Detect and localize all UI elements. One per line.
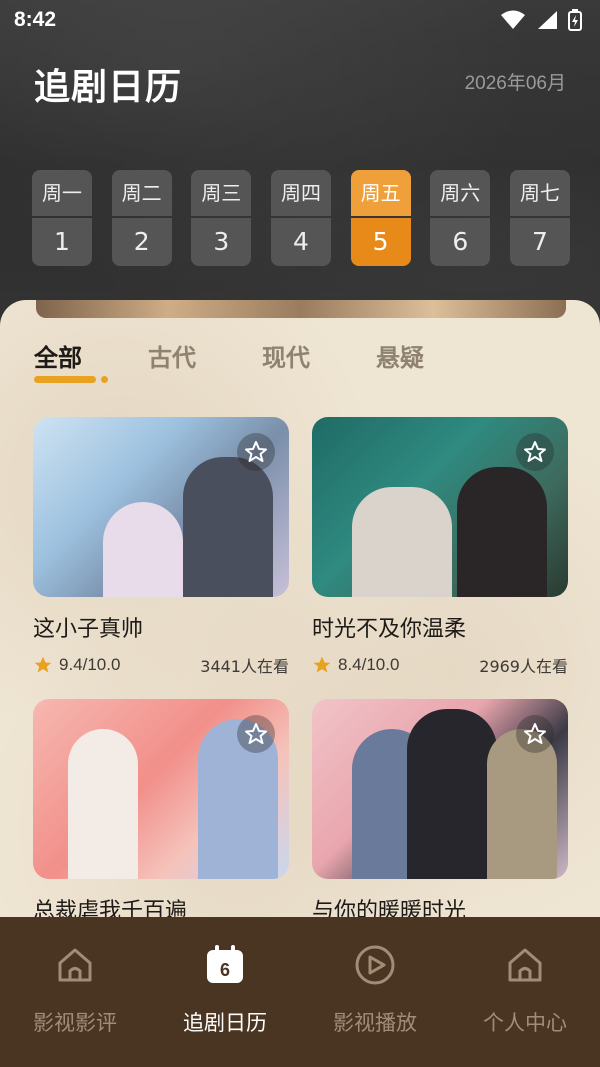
signal-icon — [538, 11, 557, 29]
tab-label: 全部 — [34, 344, 82, 372]
home-icon — [53, 943, 97, 987]
weekday-label: 周三 — [191, 170, 252, 216]
rating-value: 8.4/10.0 — [338, 655, 400, 674]
nav-label: 影视播放 — [333, 1011, 417, 1035]
nav-label: 追剧日历 — [183, 1011, 267, 1035]
show-poster — [312, 699, 568, 879]
nav-profile[interactable]: 个人中心 — [450, 943, 600, 1067]
show-meta: 9.4/10.0 3441人在看 — [33, 653, 289, 677]
star-icon — [313, 656, 331, 673]
day-number: 2 — [111, 218, 172, 266]
show-card[interactable]: 这小子真帅 9.4/10.0 3441人在看 — [33, 417, 289, 677]
nav-player[interactable]: 影视播放 — [300, 943, 450, 1067]
week-selector: 周一 1 周二 2 周三 3 周四 4 周五 5 周六 6 周七 7 — [32, 170, 570, 266]
star-outline-icon — [245, 723, 267, 744]
favorite-button[interactable] — [237, 715, 275, 753]
star-outline-icon — [245, 441, 267, 462]
day-number: 3 — [191, 218, 252, 266]
weekday-label: 周一 — [32, 170, 92, 216]
header-background — [0, 0, 600, 330]
nav-label: 影视影评 — [33, 1011, 117, 1035]
weekday-label: 周二 — [111, 170, 172, 216]
day-monday[interactable]: 周一 1 — [32, 170, 92, 266]
day-saturday[interactable]: 周六 6 — [430, 170, 491, 266]
day-sunday[interactable]: 周七 7 — [509, 170, 570, 266]
show-card[interactable]: 时光不及你温柔 8.4/10.0 2969人在看 — [312, 417, 568, 677]
show-card[interactable]: 与你的暖暖时光 — [312, 699, 568, 920]
content-panel: 全部 古代 现代 悬疑 这小子真帅 9.4/10.0 3441人在看 时光不及你… — [0, 300, 600, 920]
day-tuesday[interactable]: 周二 2 — [111, 170, 172, 266]
day-friday[interactable]: 周五 5 — [350, 170, 411, 266]
calendar-icon: 6 — [203, 943, 247, 987]
current-month: 2026年06月 — [464, 73, 566, 94]
show-poster — [33, 699, 289, 879]
weekday-label: 周七 — [509, 170, 570, 216]
calendar-badge: 6 — [220, 960, 230, 980]
show-card[interactable]: 总裁虐我千百遍 — [33, 699, 289, 920]
show-title: 总裁虐我千百遍 — [33, 899, 188, 920]
active-tab-indicator — [34, 376, 108, 383]
rating: 9.4/10.0 — [33, 655, 120, 675]
play-icon — [353, 943, 397, 987]
watcher-count: 3441人在看 — [200, 657, 289, 676]
show-poster — [312, 417, 568, 597]
show-title: 时光不及你温柔 — [312, 617, 467, 642]
category-tabs: 全部 古代 现代 悬疑 — [34, 338, 424, 383]
tab-modern[interactable]: 现代 — [262, 338, 310, 373]
home-icon — [503, 943, 547, 987]
favorite-button[interactable] — [516, 433, 554, 471]
star-outline-icon — [524, 441, 546, 462]
tab-all[interactable]: 全部 — [34, 338, 108, 383]
show-title: 这小子真帅 — [33, 617, 144, 642]
tab-ancient[interactable]: 古代 — [148, 338, 196, 373]
show-poster — [33, 417, 289, 597]
tab-mystery[interactable]: 悬疑 — [376, 338, 424, 373]
weekday-label: 周四 — [270, 170, 331, 216]
show-title: 与你的暖暖时光 — [312, 899, 467, 920]
favorite-button[interactable] — [516, 715, 554, 753]
show-meta: 8.4/10.0 2969人在看 — [312, 653, 568, 677]
wifi-icon — [501, 10, 525, 29]
day-wednesday[interactable]: 周三 3 — [191, 170, 252, 266]
nav-calendar[interactable]: 6 追剧日历 — [150, 943, 300, 1067]
page-title: 追剧日历 — [34, 67, 183, 108]
status-icons — [500, 9, 582, 31]
rating: 8.4/10.0 — [312, 655, 399, 675]
nav-label: 个人中心 — [483, 1011, 567, 1035]
weekday-label: 周五 — [350, 170, 411, 216]
nav-reviews[interactable]: 影视影评 — [0, 943, 150, 1067]
banner-peek — [36, 300, 566, 318]
battery-icon — [568, 9, 582, 31]
favorite-button[interactable] — [237, 433, 275, 471]
day-number: 4 — [270, 218, 331, 266]
status-time: 8:42 — [14, 8, 57, 31]
star-outline-icon — [524, 723, 546, 744]
bottom-navigation: 影视影评 6 追剧日历 影视播放 个人中心 — [0, 917, 600, 1067]
status-bar: 8:42 — [0, 0, 600, 40]
day-thursday[interactable]: 周四 4 — [270, 170, 331, 266]
rating-value: 9.4/10.0 — [59, 655, 121, 674]
day-number: 5 — [350, 218, 411, 266]
day-number: 1 — [32, 218, 92, 266]
weekday-label: 周六 — [430, 170, 491, 216]
show-grid: 这小子真帅 9.4/10.0 3441人在看 时光不及你温柔 8.4/10.0 … — [33, 417, 568, 920]
watcher-count: 2969人在看 — [479, 657, 568, 676]
day-number: 6 — [430, 218, 491, 266]
day-number: 7 — [509, 218, 570, 266]
star-icon — [34, 656, 52, 673]
